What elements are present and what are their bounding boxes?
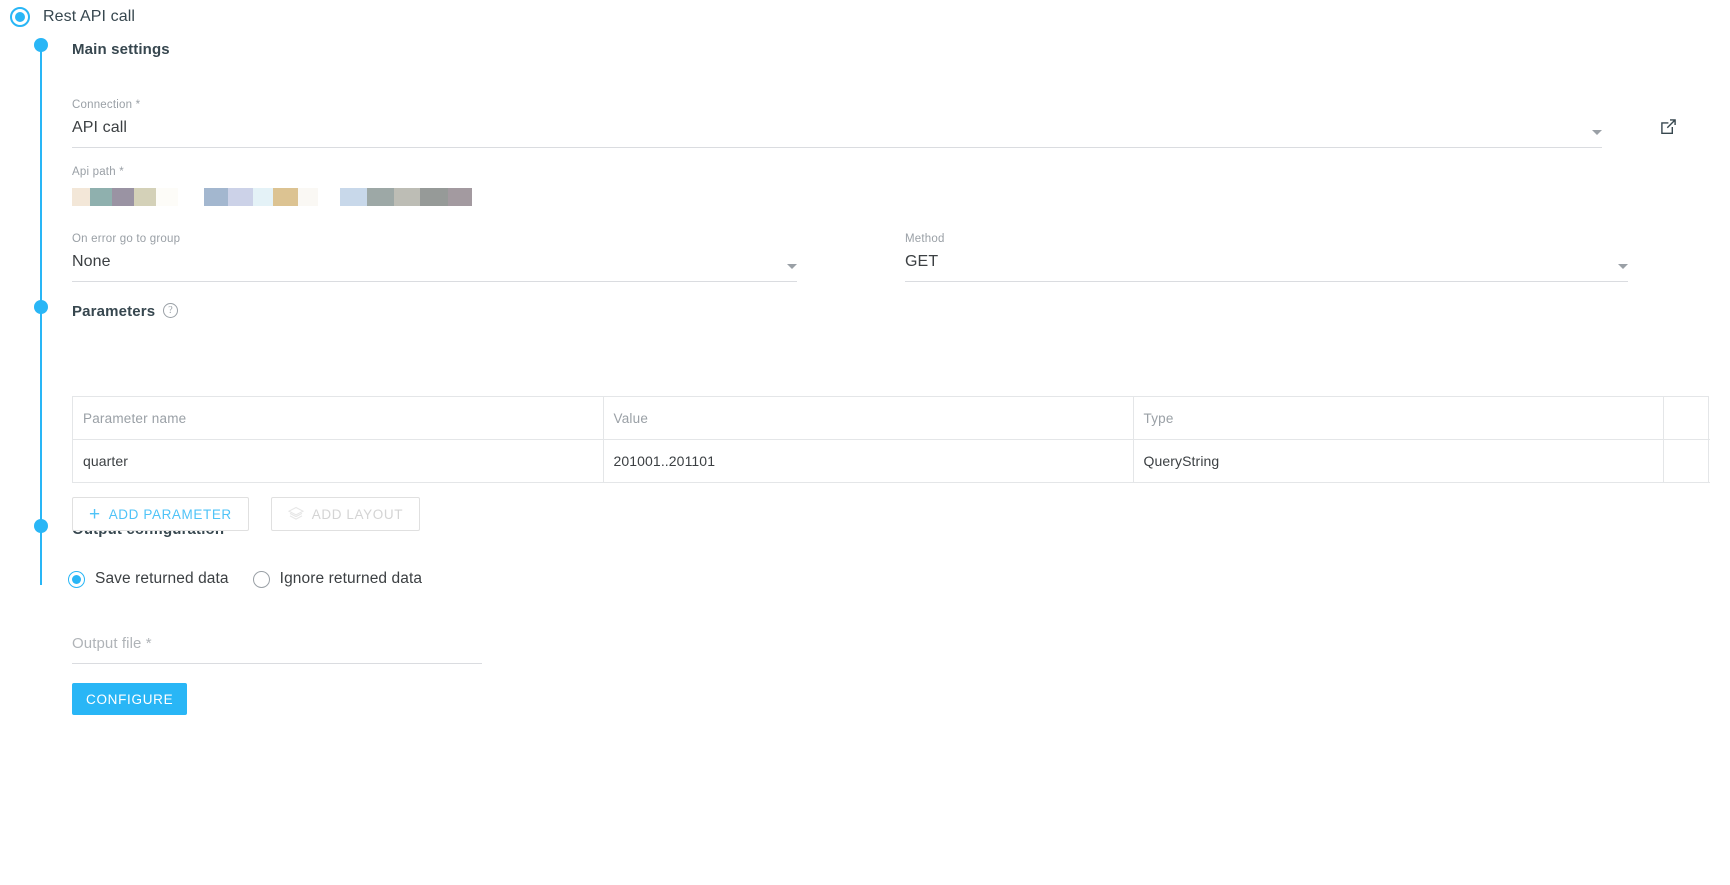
plus-icon: + — [89, 505, 101, 524]
section-title-parameters: Parameters — [72, 303, 155, 320]
output-option-ignore[interactable]: Ignore returned data — [253, 570, 422, 588]
stepper-dot-main-settings — [34, 38, 48, 52]
stepper-dot-output-configuration — [34, 519, 48, 533]
api-path-label: Api path * — [72, 165, 1602, 179]
on-error-group-field[interactable]: On error go to group None — [72, 232, 797, 282]
cell-parameter-name: quarter — [73, 440, 603, 483]
redaction-block — [318, 188, 340, 206]
redaction-block — [367, 188, 394, 206]
redaction-block — [273, 188, 298, 206]
output-file-underline — [72, 662, 482, 664]
chevron-down-icon[interactable] — [1618, 264, 1628, 269]
redaction-block — [90, 188, 112, 206]
redaction-block — [253, 188, 273, 206]
redaction-block — [228, 188, 253, 206]
parameter-actions: + ADD PARAMETER ADD LAYOUT — [72, 497, 420, 531]
section-title-main-settings: Main settings — [72, 41, 170, 58]
chevron-down-icon[interactable] — [1592, 130, 1602, 135]
cell-value: 201001..201101 — [603, 440, 1133, 483]
output-option-label: Ignore returned data — [280, 570, 422, 588]
step-header[interactable]: Rest API call — [0, 0, 135, 34]
connection-label: Connection * — [72, 98, 1602, 112]
on-error-group-label: On error go to group — [72, 232, 797, 246]
redaction-block — [156, 188, 178, 206]
add-parameter-label: ADD PARAMETER — [109, 507, 232, 522]
connection-underline — [72, 146, 1602, 148]
layers-icon — [288, 506, 304, 522]
step-title: Rest API call — [43, 8, 135, 26]
api-path-redacted-value — [72, 188, 1602, 206]
cell-type: QueryString — [1133, 440, 1663, 483]
add-parameter-button[interactable]: + ADD PARAMETER — [72, 497, 249, 531]
method-label: Method — [905, 232, 1628, 246]
stepper-dot-parameters — [34, 300, 48, 314]
redaction-block — [420, 188, 448, 206]
method-underline — [905, 280, 1628, 282]
column-header-parameter-name: Parameter name — [73, 397, 603, 440]
redaction-block — [204, 188, 228, 206]
stepper-rail — [40, 45, 42, 585]
output-option-group: Save returned data Ignore returned data — [68, 570, 422, 588]
connection-field[interactable]: Connection * API call — [72, 98, 1602, 148]
redaction-block — [340, 188, 367, 206]
column-header-actions — [1663, 397, 1710, 440]
on-error-group-underline — [72, 280, 797, 282]
output-option-save[interactable]: Save returned data — [68, 570, 229, 588]
step-radio-dot — [15, 12, 25, 22]
column-header-type: Type — [1133, 397, 1663, 440]
radio-icon[interactable] — [253, 571, 270, 588]
redaction-block — [112, 188, 134, 206]
column-header-value: Value — [603, 397, 1133, 440]
redaction-block — [394, 188, 420, 206]
method-value: GET — [905, 251, 1628, 273]
output-file-placeholder: Output file * — [72, 633, 482, 655]
redaction-block — [448, 188, 472, 206]
step-radio-icon[interactable] — [10, 7, 30, 27]
api-path-field[interactable]: Api path * — [72, 165, 1602, 206]
redaction-block — [178, 188, 204, 206]
method-field[interactable]: Method GET — [905, 232, 1628, 282]
connection-value: API call — [72, 117, 1602, 139]
radio-icon[interactable] — [68, 571, 85, 588]
redaction-block — [298, 188, 318, 206]
redaction-block — [134, 188, 156, 206]
redaction-block — [72, 188, 90, 206]
add-layout-button[interactable]: ADD LAYOUT — [271, 497, 420, 531]
help-icon[interactable]: ? — [163, 303, 178, 318]
output-option-label: Save returned data — [95, 570, 229, 588]
table-row[interactable]: quarter201001..201101QueryString — [73, 440, 1710, 483]
parameters-table: Parameter name Value Type quarter201001.… — [72, 396, 1709, 483]
table-header-row: Parameter name Value Type — [73, 397, 1710, 440]
output-file-field[interactable]: Output file * — [72, 633, 482, 664]
chevron-down-icon[interactable] — [787, 264, 797, 269]
cell-actions — [1663, 440, 1710, 483]
configure-button[interactable]: CONFIGURE — [72, 683, 187, 715]
add-layout-label: ADD LAYOUT — [312, 507, 403, 522]
on-error-group-value: None — [72, 251, 797, 273]
open-in-new-icon[interactable] — [1660, 118, 1677, 135]
